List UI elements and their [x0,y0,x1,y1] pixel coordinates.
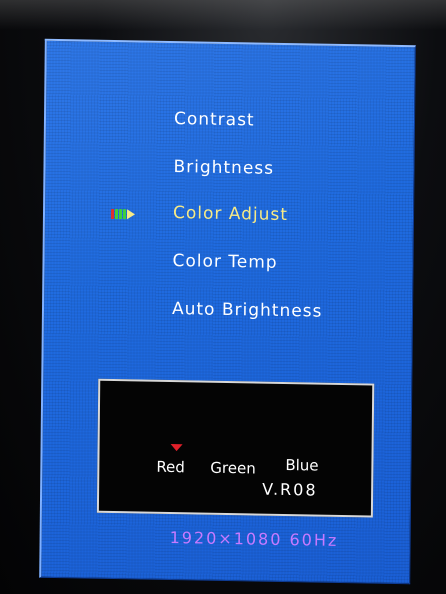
selected-channel-marker-icon [170,444,183,452]
osd-menu-screen: Contrast Brightness Color Adjust Color T… [39,38,416,585]
channel-green[interactable]: Green [210,459,256,478]
channel-red[interactable]: Red [156,458,185,476]
submenu-info-panel: Red Green Blue V.R08 [96,378,375,518]
firmware-version: V.R08 [262,479,318,500]
resolution-readout: 1920×1080 60Hz [169,528,339,550]
channel-blue[interactable]: Blue [285,456,318,475]
bezel-glare [0,0,446,30]
menu-item-auto-brightness[interactable]: Auto Brightness [172,299,323,322]
menu-item-brightness[interactable]: Brightness [173,157,274,179]
menu-item-color-temp[interactable]: Color Temp [172,251,277,273]
double-arrow-selector-icon [110,208,136,220]
menu-item-contrast[interactable]: Contrast [174,109,255,130]
menu-item-color-adjust[interactable]: Color Adjust [173,203,288,225]
